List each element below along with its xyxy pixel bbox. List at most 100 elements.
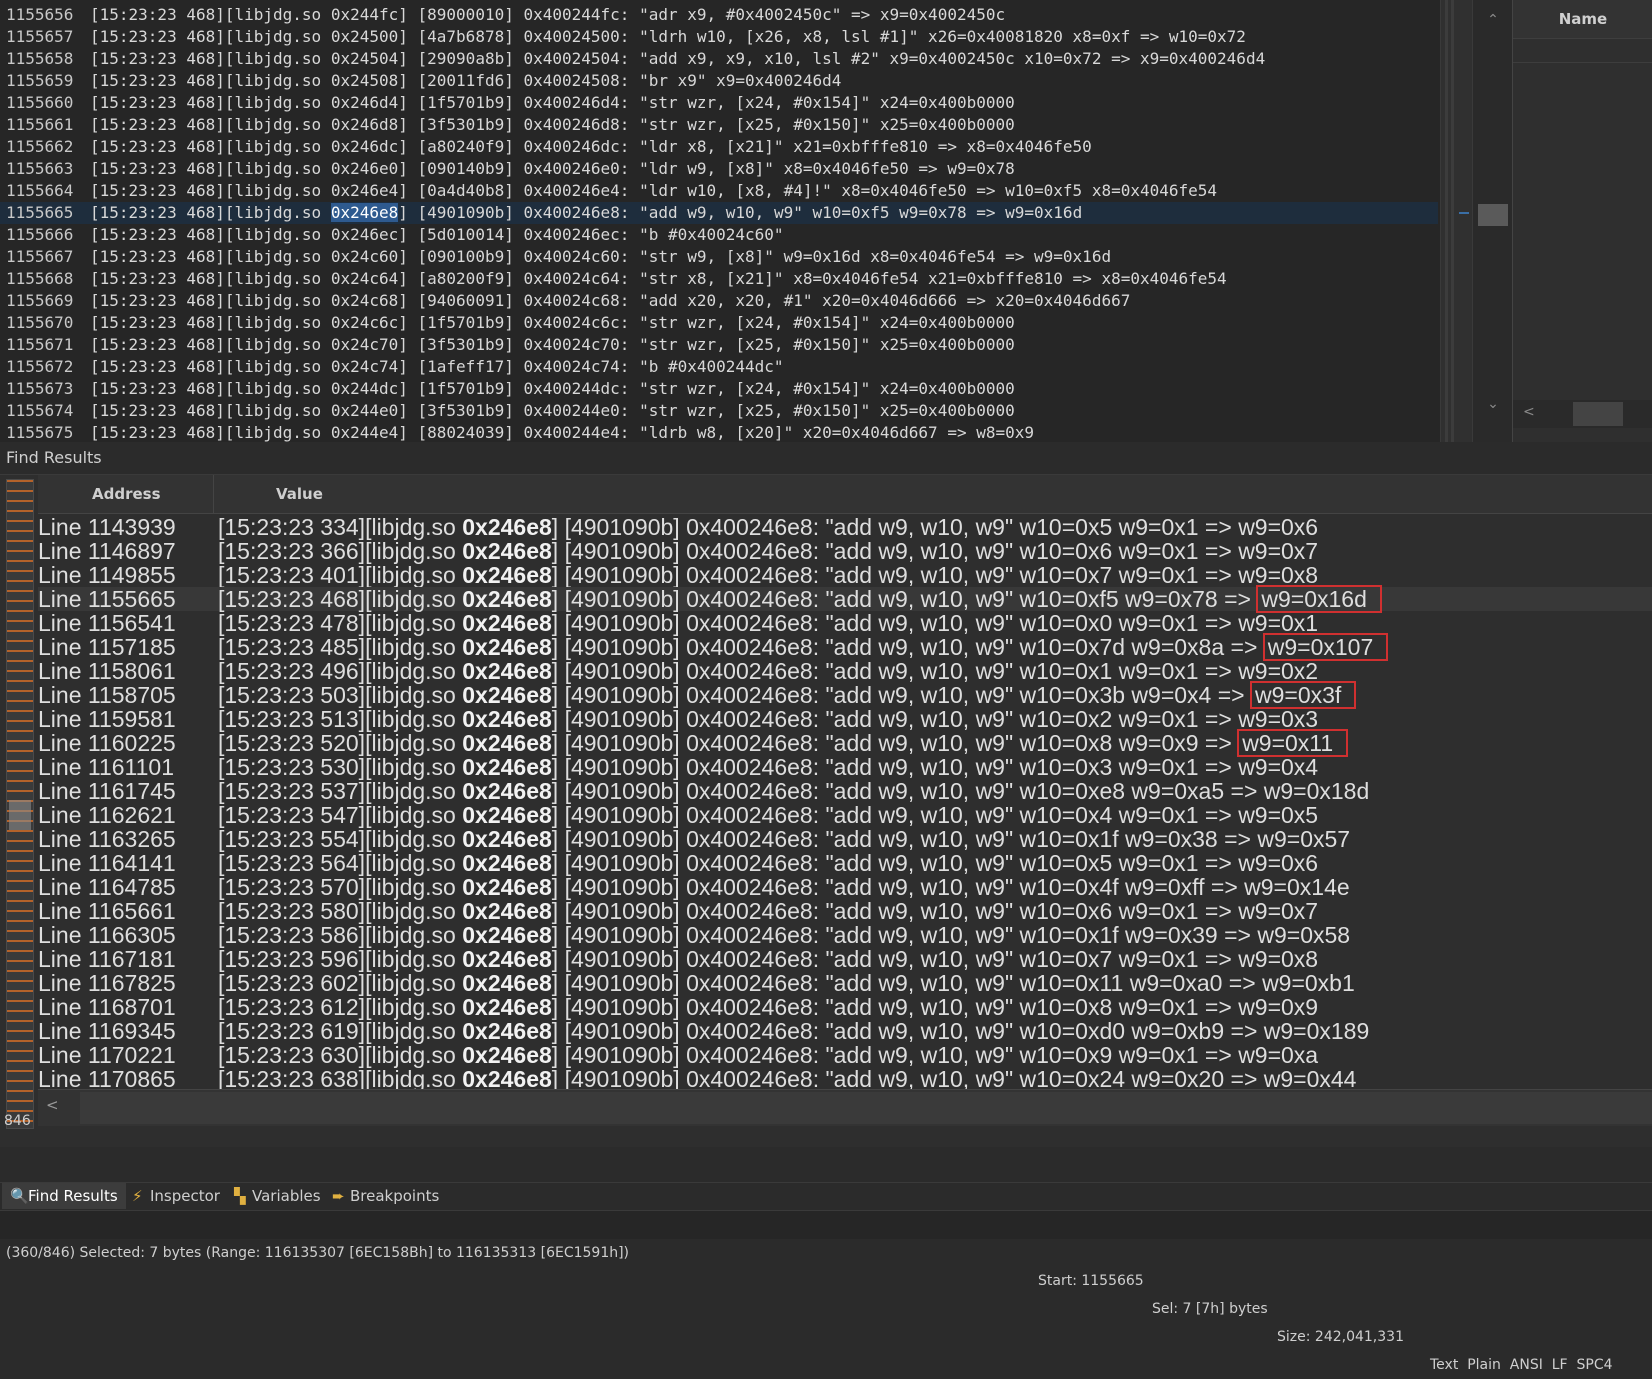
result-row[interactable]: Line 1156541 [15:23:23 478][libjdg.so 0x2… [38,611,1652,635]
result-row[interactable]: Line 1149855 [15:23:23 401][libjdg.so 0x2… [38,563,1652,587]
tab-inspector[interactable]: ⚡ Inspector [124,1183,228,1209]
line-text: [15:23:23 468][libjdg.so 0x246e4] [0a4d4… [90,181,1218,200]
line-text: [15:23:23 468][libjdg.so 0x244fc] [89000… [90,5,1006,24]
result-row[interactable]: Line 1160225 [15:23:23 520][libjdg.so 0x2… [38,729,1652,757]
result-address: Line 1169345 [38,1019,176,1043]
status-encoding[interactable]: Text Plain ANSI LF SPC4 [1430,1351,1613,1379]
result-address: Line 1158061 [38,659,176,683]
scroll-up-arrow-icon[interactable]: ⌃ [1473,12,1513,28]
value-text: w9=0x14e [1244,874,1350,900]
results-marker-thumb[interactable] [9,800,31,830]
code-line[interactable]: 1155663 [15:23:23 468][libjdg.so 0x246e0]… [0,158,1438,180]
code-line[interactable]: 1155668 [15:23:23 468][libjdg.so 0x24c64]… [0,268,1438,290]
result-row[interactable]: Line 1155665 [15:23:23 468][libjdg.so 0x2… [38,585,1652,613]
value-text: [15:23:23 530][libjdg.so [218,754,463,780]
code-line[interactable]: 1155672 [15:23:23 468][libjdg.so 0x24c74]… [0,356,1438,378]
scroll-left-arrow-icon[interactable]: < [1523,404,1535,420]
results-marker-scrollbar[interactable] [6,479,34,1129]
result-row[interactable]: Line 1161101 [15:23:23 530][libjdg.so 0x2… [38,755,1652,779]
line-number: 1155673 [6,379,74,398]
value-text: w9=0x3 [1238,706,1319,732]
result-row[interactable]: Line 1161745 [15:23:23 537][libjdg.so 0x2… [38,779,1652,803]
trace-editor[interactable]: 1155656 [15:23:23 468][libjdg.so 0x244fc]… [0,0,1444,442]
value-text: [15:23:23 602][libjdg.so [218,970,463,996]
result-row[interactable]: Line 1143939 [15:23:23 334][libjdg.so 0x2… [38,515,1652,539]
status-sel: Sel: 7 [7h] bytes [1152,1301,1268,1317]
code-line[interactable]: 1155665 [15:23:23 468][libjdg.so 0x246e8]… [0,202,1438,224]
name-panel-scroll-thumb[interactable] [1573,402,1623,426]
match-highlight: 0x246e8 [462,682,552,708]
line-number: 1155664 [6,181,74,200]
code-line[interactable]: 1155662 [15:23:23 468][libjdg.so 0x246dc]… [0,136,1438,158]
code-line[interactable]: 1155667 [15:23:23 468][libjdg.so 0x24c60]… [0,246,1438,268]
minimap[interactable] [1440,0,1473,442]
code-line[interactable]: 1155675 [15:23:23 468][libjdg.so 0x244e4]… [0,422,1438,442]
tab-breakpoints[interactable]: ➨ Breakpoints [324,1183,447,1209]
line-text: [15:23:23 468][libjdg.so 0x24c70] [3f530… [90,335,1015,354]
result-row[interactable]: Line 1162621 [15:23:23 547][libjdg.so 0x2… [38,803,1652,827]
result-row[interactable]: Line 1165661 [15:23:23 580][libjdg.so 0x2… [38,899,1652,923]
code-line[interactable]: 1155659 [15:23:23 468][libjdg.so 0x24508]… [0,70,1438,92]
value-text: w9=0xb1 [1262,970,1355,996]
result-row[interactable]: Line 1164785 [15:23:23 570][libjdg.so 0x2… [38,875,1652,899]
tab-find-results[interactable]: 🔍Find Results [2,1183,126,1209]
result-value: [15:23:23 520][libjdg.so 0x246e8] [49010… [218,729,1349,757]
result-row[interactable]: Line 1146897 [15:23:23 366][libjdg.so 0x2… [38,539,1652,563]
result-row[interactable]: Line 1170865 [15:23:23 638][libjdg.so 0x2… [38,1067,1652,1091]
scroll-left-arrow-icon[interactable]: < [46,1096,59,1114]
line-text: [15:23:23 468][libjdg.so 0x24500] [4a7b6… [90,27,1246,46]
bottom-tab-bar: 🔍Find Results ⚡ Inspector ▚ Variables ➨ Breakp… [0,1182,1652,1209]
status-bar: (360/846) Selected: 7 bytes (Range: 1161… [0,1210,1652,1373]
scroll-down-arrow-icon[interactable]: ⌄ [1473,396,1513,412]
result-row[interactable]: Line 1167825 [15:23:23 602][libjdg.so 0x2… [38,971,1652,995]
result-row[interactable]: Line 1170221 [15:23:23 630][libjdg.so 0x2… [38,1043,1652,1067]
code-line[interactable]: 1155664 [15:23:23 468][libjdg.so 0x246e4]… [0,180,1438,202]
results-scroll-track[interactable] [80,1092,1652,1124]
code-line[interactable]: 1155670 [15:23:23 468][libjdg.so 0x24c6c]… [0,312,1438,334]
result-address: Line 1149855 [38,563,176,587]
result-row[interactable]: Line 1164141 [15:23:23 564][libjdg.so 0x2… [38,851,1652,875]
result-row[interactable]: Line 1158705 [15:23:23 503][libjdg.so 0x2… [38,681,1652,709]
code-line[interactable]: 1155660 [15:23:23 468][libjdg.so 0x246d4]… [0,92,1438,114]
name-panel-divider [1513,62,1652,63]
name-panel-horizontal-scrollbar[interactable]: < [1513,400,1652,428]
editor-vertical-scrollbar[interactable]: ⌃ ⌄ [1472,0,1513,442]
result-row[interactable]: Line 1168701 [15:23:23 612][libjdg.so 0x2… [38,995,1652,1019]
match-highlight: 0x246e8 [462,562,552,588]
result-row[interactable]: Line 1166305 [15:23:23 586][libjdg.so 0x2… [38,923,1652,947]
value-text: ] [4901090b] 0x400246e8: "add w9, w10, w… [551,1042,1239,1068]
code-line[interactable]: 1155673 [15:23:23 468][libjdg.so 0x244dc]… [0,378,1438,400]
value-text: w9=0x7 [1238,898,1319,924]
code-line[interactable]: 1155657 [15:23:23 468][libjdg.so 0x24500]… [0,26,1438,48]
result-row[interactable]: Line 1163265 [15:23:23 554][libjdg.so 0x2… [38,827,1652,851]
result-row[interactable]: Line 1167181 [15:23:23 596][libjdg.so 0x2… [38,947,1652,971]
result-address: Line 1164141 [38,851,176,875]
line-number: 1155658 [6,49,74,68]
results-horizontal-scrollbar[interactable]: < [38,1089,1652,1126]
tab-variables[interactable]: ▚ Variables [226,1183,329,1209]
name-column-header[interactable]: Name [1513,0,1652,39]
results-list[interactable]: Line 1143939 [15:23:23 334][libjdg.so 0x2… [38,515,1652,1125]
result-row[interactable]: Line 1157185 [15:23:23 485][libjdg.so 0x2… [38,633,1652,661]
code-line[interactable]: 1155666 [15:23:23 468][libjdg.so 0x246ec]… [0,224,1438,246]
code-line[interactable]: 1155658 [15:23:23 468][libjdg.so 0x24504]… [0,48,1438,70]
result-row[interactable]: Line 1158061 [15:23:23 496][libjdg.so 0x2… [38,659,1652,683]
result-address: Line 1143939 [38,515,176,539]
result-address: Line 1161745 [38,779,176,803]
value-text: ] [4901090b] 0x400246e8: "add w9, w10, w… [551,922,1258,948]
code-line[interactable]: 1155656 [15:23:23 468][libjdg.so 0x244fc]… [0,4,1438,26]
result-row[interactable]: Line 1169345 [15:23:23 619][libjdg.so 0x2… [38,1019,1652,1043]
code-line[interactable]: 1155674 [15:23:23 468][libjdg.so 0x244e0]… [0,400,1438,422]
status-size: Size: 242,041,331 [1277,1329,1404,1345]
editor-scroll-thumb[interactable] [1478,204,1508,226]
result-address: Line 1161101 [38,755,175,779]
code-line[interactable]: 1155661 [15:23:23 468][libjdg.so 0x246d8]… [0,114,1438,136]
value-text: [15:23:23 366][libjdg.so [218,538,463,564]
code-line[interactable]: 1155671 [15:23:23 468][libjdg.so 0x24c70]… [0,334,1438,356]
code-line[interactable]: 1155669 [15:23:23 468][libjdg.so 0x24c68]… [0,290,1438,312]
value-column-header[interactable]: Value [238,475,323,513]
code-lines[interactable]: 1155656 [15:23:23 468][libjdg.so 0x244fc]… [0,4,1438,442]
address-column-header[interactable]: Address [38,475,214,513]
selected-text: 0x246e8 [330,203,399,222]
result-row[interactable]: Line 1159581 [15:23:23 513][libjdg.so 0x2… [38,707,1652,731]
